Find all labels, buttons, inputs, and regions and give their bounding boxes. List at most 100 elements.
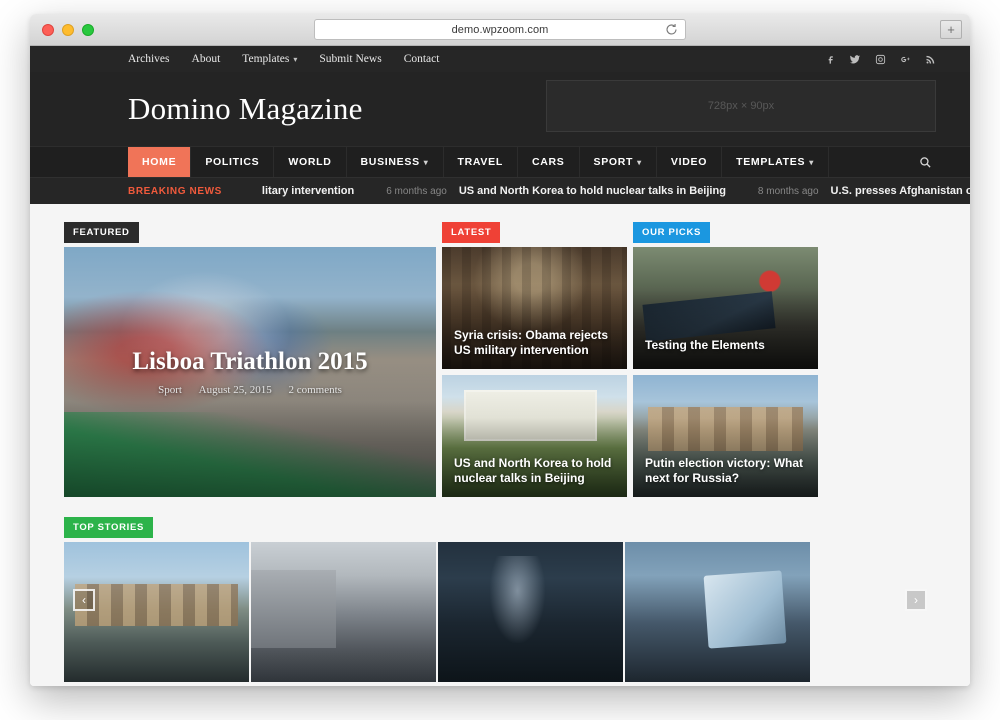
- nav-label: BUSINESS: [360, 156, 420, 168]
- chevron-down-icon: ▾: [293, 54, 298, 64]
- our-picks-column: OUR PICKS Testing the Elements Putin ele…: [633, 222, 818, 497]
- our-picks-article-card[interactable]: Testing the Elements: [633, 247, 818, 369]
- nav-item-templates[interactable]: TEMPLATES ▾: [722, 147, 829, 177]
- new-tab-button[interactable]: +: [940, 20, 962, 39]
- featured-column: FEATURED Lisboa Triathlon 2015 Sport Aug…: [64, 222, 436, 497]
- hero-article-meta: Sport August 25, 2015 2 comments: [64, 384, 436, 396]
- top-story-image: [625, 542, 810, 682]
- topnav-item-contact[interactable]: Contact: [404, 53, 440, 65]
- top-story-card[interactable]: Take a sneak peak inside Apple's gorgeou…: [438, 542, 623, 682]
- latest-article-card[interactable]: Syria crisis: Obama rejects US military …: [442, 247, 627, 369]
- our-picks-badge: OUR PICKS: [633, 222, 711, 243]
- ticker-item-time: 8 months ago: [757, 185, 819, 197]
- topnav-label: Submit News: [319, 53, 382, 65]
- twitter-icon[interactable]: [849, 53, 861, 66]
- social-links: [824, 53, 936, 66]
- hero-article-card[interactable]: Lisboa Triathlon 2015 Sport August 25, 2…: [64, 247, 436, 497]
- hero-article-title: Lisboa Triathlon 2015: [132, 348, 368, 375]
- nav-item-business[interactable]: BUSINESS ▾: [347, 147, 444, 177]
- nav-item-politics[interactable]: POLITICS: [191, 147, 275, 177]
- reload-icon[interactable]: [665, 23, 678, 36]
- minimize-window-button[interactable]: [62, 24, 74, 36]
- carousel-prev-button[interactable]: ‹: [73, 588, 95, 611]
- topnav-label: About: [191, 53, 221, 65]
- instagram-icon[interactable]: [874, 53, 886, 66]
- chevron-down-icon: ▾: [423, 157, 429, 167]
- topnav-item-about[interactable]: About: [192, 53, 221, 65]
- nav-label: TEMPLATES: [736, 156, 806, 168]
- latest-column: LATEST Syria crisis: Obama rejects US mi…: [442, 222, 627, 497]
- carousel-next-button[interactable]: ›: [905, 588, 927, 611]
- chevron-down-icon: ▾: [809, 157, 814, 167]
- site-topbar: Archives About Templates ▾ Submit News Co…: [30, 46, 970, 72]
- hero-text-block: Lisboa Triathlon 2015 Sport August 25, 2…: [64, 348, 436, 396]
- our-picks-article-title: Putin election victory: What next for Ru…: [645, 456, 804, 485]
- topnav-item-templates[interactable]: Templates ▾: [242, 53, 297, 65]
- ticker-item-title[interactable]: litary intervention: [262, 185, 354, 197]
- latest-article-title: US and North Korea to hold nuclear talks…: [454, 456, 612, 485]
- ad-banner-placeholder[interactable]: 728px × 90px: [546, 80, 936, 132]
- maximize-window-button[interactable]: [82, 24, 94, 36]
- top-stories-badge: TOP STORIES: [64, 517, 154, 538]
- our-picks-article-card[interactable]: Putin election victory: What next for Ru…: [633, 375, 818, 497]
- nav-item-travel[interactable]: TRAVEL: [444, 147, 518, 177]
- top-story-card[interactable]: Putin election victory: What next for Ru…: [64, 542, 249, 682]
- nav-label: HOME: [142, 156, 177, 168]
- site-logo[interactable]: Domino Magazine: [128, 91, 363, 127]
- top-story-image: [251, 542, 436, 682]
- search-icon[interactable]: [919, 147, 932, 178]
- nav-item-cars[interactable]: CARS: [518, 147, 580, 177]
- ticker-item-title[interactable]: US and North Korea to hold nuclear talks…: [459, 185, 726, 197]
- top-story-image: [438, 542, 623, 682]
- top-stories-section: TOP STORIES Putin election victory: What…: [64, 517, 936, 682]
- ticker-item-title[interactable]: U.S. presses Afghanistan on militants: [831, 185, 970, 197]
- rss-icon[interactable]: [924, 53, 936, 66]
- nav-item-world[interactable]: WORLD: [274, 147, 347, 177]
- our-picks-article-title: Testing the Elements: [645, 338, 765, 352]
- nav-item-video[interactable]: VIDEO: [657, 147, 723, 177]
- featured-badge: FEATURED: [64, 222, 139, 243]
- nav-label: VIDEO: [670, 156, 708, 168]
- topnav-label: Archives: [128, 53, 170, 65]
- browser-window: demo.wpzoom.com + Archives About Templat…: [30, 14, 970, 686]
- hero-category[interactable]: Sport: [158, 384, 182, 396]
- page-viewport: Archives About Templates ▾ Submit News Co…: [30, 46, 970, 686]
- ad-banner-label: 728px × 90px: [707, 100, 775, 112]
- topnav-item-submit-news[interactable]: Submit News: [319, 53, 381, 65]
- secondary-nav: Archives About Templates ▾ Submit News Co…: [128, 53, 439, 65]
- nav-item-sport[interactable]: SPORT ▾: [580, 147, 657, 177]
- featured-grid: FEATURED Lisboa Triathlon 2015 Sport Aug…: [64, 222, 936, 497]
- nav-label: TRAVEL: [457, 156, 503, 168]
- topnav-label: Contact: [403, 53, 440, 65]
- latest-article-card[interactable]: US and North Korea to hold nuclear talks…: [442, 375, 627, 497]
- top-stories-carousel: Putin election victory: What next for Ru…: [64, 542, 936, 682]
- ticker-item-time: 6 months ago: [386, 185, 447, 197]
- nav-label: POLITICS: [205, 156, 260, 168]
- googleplus-icon[interactable]: [899, 53, 911, 66]
- nav-label: SPORT: [593, 156, 634, 168]
- top-story-image: [64, 542, 249, 682]
- top-story-card[interactable]: Apple Reports Record Earnings and iPad S…: [625, 542, 810, 682]
- hero-date: August 25, 2015: [198, 384, 272, 396]
- breaking-news-ticker: BREAKING NEWS litary intervention 6 mont…: [30, 177, 970, 204]
- address-bar-url: demo.wpzoom.com: [451, 23, 549, 36]
- main-navigation: HOME POLITICS WORLD BUSINESS ▾ TRAVEL CAR…: [30, 146, 970, 177]
- facebook-icon[interactable]: [824, 53, 836, 66]
- page-content: FEATURED Lisboa Triathlon 2015 Sport Aug…: [30, 204, 970, 686]
- site-masthead: Domino Magazine 728px × 90px: [30, 72, 970, 146]
- top-story-card[interactable]: A post showing how headings looks like: [251, 542, 436, 682]
- breaking-news-label: BREAKING NEWS: [128, 185, 222, 197]
- topnav-label: Templates: [242, 53, 290, 65]
- nav-item-home[interactable]: HOME: [128, 147, 192, 177]
- address-bar[interactable]: demo.wpzoom.com: [314, 19, 686, 40]
- nav-label: CARS: [531, 156, 565, 168]
- nav-label: WORLD: [288, 156, 332, 168]
- latest-badge: LATEST: [442, 222, 501, 243]
- window-controls: [42, 24, 94, 36]
- close-window-button[interactable]: [42, 24, 54, 36]
- latest-article-title: Syria crisis: Obama rejects US military …: [454, 328, 609, 357]
- hero-comments[interactable]: 2 comments: [288, 384, 341, 396]
- topnav-item-archives[interactable]: Archives: [128, 53, 170, 65]
- chevron-down-icon: ▾: [637, 157, 642, 167]
- browser-titlebar: demo.wpzoom.com +: [30, 14, 970, 46]
